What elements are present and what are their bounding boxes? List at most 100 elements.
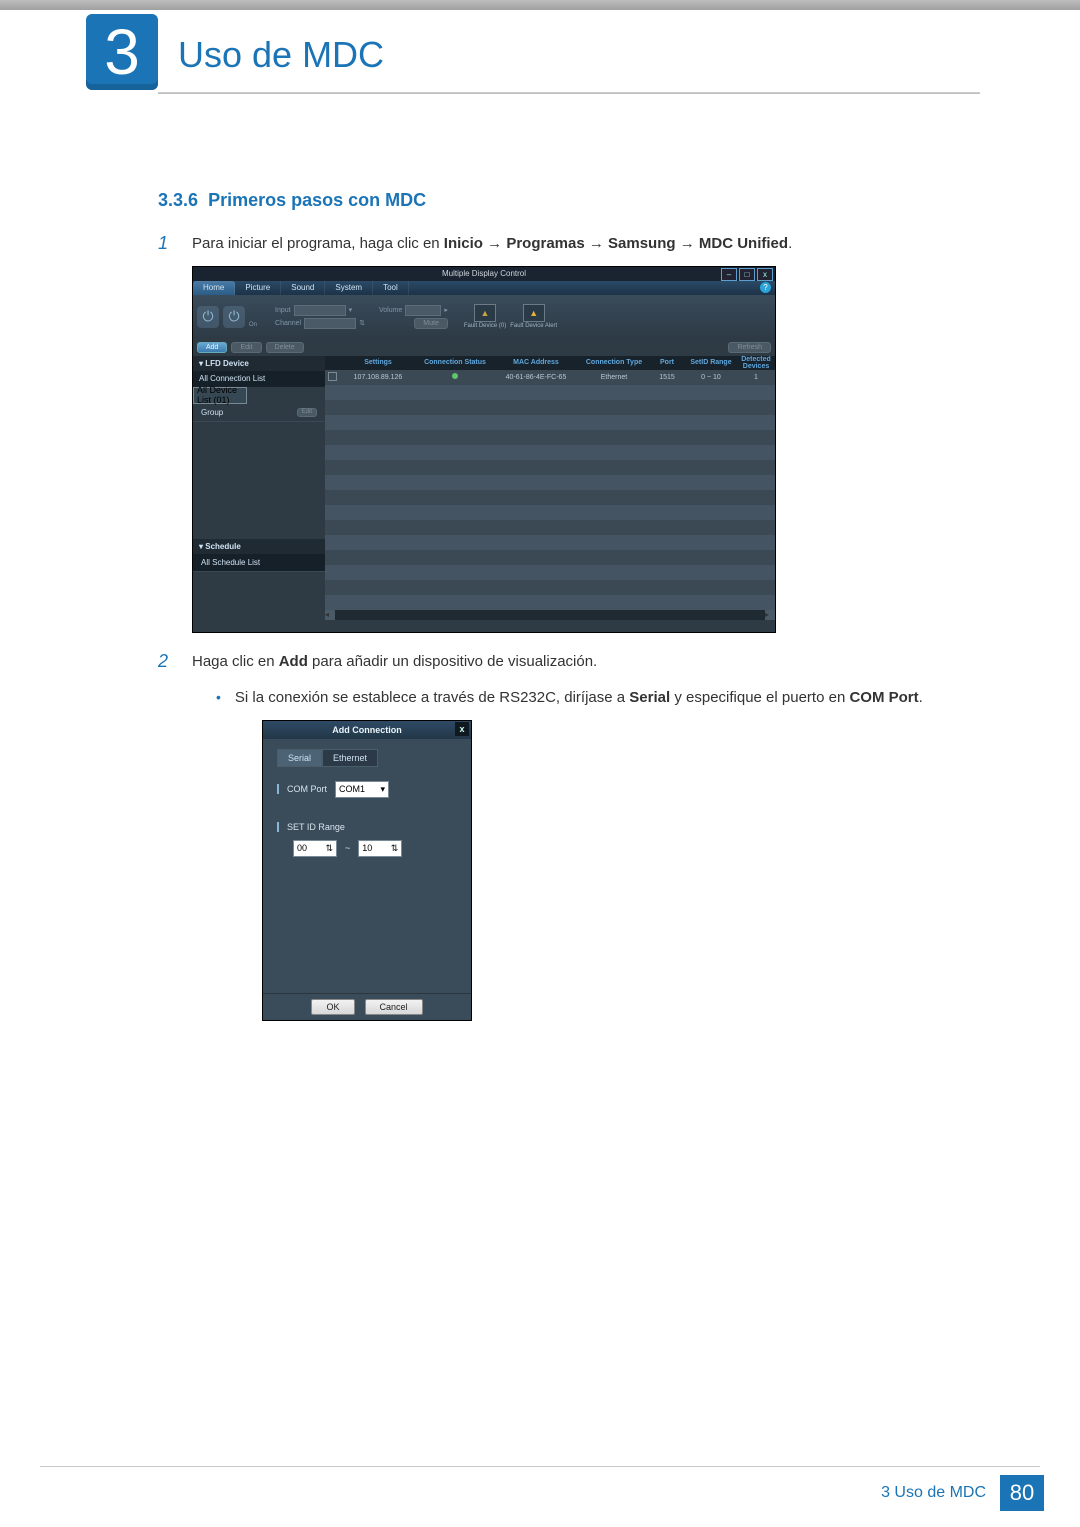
table-header-row: Settings Connection Status MAC Address C… <box>325 356 775 370</box>
table-row <box>325 580 775 595</box>
col-setid: SetID Range <box>685 359 737 366</box>
mdc-main-window-screenshot: Multiple Display Control – □ x Home Pict… <box>192 266 776 633</box>
tab-serial[interactable]: Serial <box>277 749 322 767</box>
table-row <box>325 565 775 580</box>
fault-device-alert[interactable]: ▲ Fault Device Alert <box>510 304 557 329</box>
table-row <box>325 535 775 550</box>
status-dot-icon <box>452 373 458 379</box>
dialog-title-label: Add Connection <box>332 725 402 735</box>
setid-to-stepper[interactable]: 10⇅ <box>358 840 402 857</box>
step-2-subbullet: • Si la conexión se establece a través d… <box>216 687 978 710</box>
dialog-body: Serial Ethernet COM Port COM1 ▾ SET ID R… <box>263 739 471 993</box>
page-number-badge: 80 <box>1000 1475 1044 1511</box>
close-button[interactable]: x <box>757 268 773 281</box>
section-number: 3.3.6 <box>158 190 198 210</box>
mdc-sidebar: ▾ LFD Device All Connection List All Dev… <box>193 356 325 632</box>
stepper-icon: ⇅ <box>325 843 333 854</box>
power-on-icon[interactable]: ⏻ <box>197 306 219 328</box>
cancel-button[interactable]: Cancel <box>365 999 423 1015</box>
menu-tool[interactable]: Tool <box>373 281 409 295</box>
sidebar-group-edit[interactable]: Edit <box>297 408 317 417</box>
table-row <box>325 520 775 535</box>
edit-button[interactable]: Edit <box>231 342 261 353</box>
step-2-number: 2 <box>158 651 192 674</box>
table-rows: 107.108.89.126 40-61-86-4E-FC-65 Etherne… <box>325 370 775 632</box>
fault-0-icon: ▲ <box>474 304 496 322</box>
connection-tabs: Serial Ethernet <box>277 749 457 767</box>
col-detected: Detected Devices <box>737 356 775 370</box>
section-heading: 3.3.6 Primeros pasos con MDC <box>158 190 978 211</box>
step-2-text: Haga clic en Add para añadir un disposit… <box>192 651 597 674</box>
mdc-title-label: Multiple Display Control <box>442 269 526 278</box>
sidebar-group[interactable]: Group Edit <box>193 404 325 422</box>
chapter-number-badge: 3 <box>86 14 158 90</box>
sidebar-spacer <box>193 422 325 539</box>
col-settings: Settings <box>339 359 417 366</box>
dialog-close-icon[interactable]: x <box>455 722 469 736</box>
subbullet-text: Si la conexión se establece a través de … <box>235 687 923 710</box>
maximize-button[interactable]: □ <box>739 268 755 281</box>
menu-home[interactable]: Home <box>193 281 235 295</box>
sidebar-schedule-header[interactable]: ▾ Schedule <box>193 539 325 554</box>
input-channel-group: Input▾ Channel⇅ <box>275 305 365 329</box>
menu-system[interactable]: System <box>325 281 373 295</box>
section-title: Primeros pasos con MDC <box>208 190 426 210</box>
minimize-button[interactable]: – <box>721 268 737 281</box>
table-row <box>325 445 775 460</box>
col-port: Port <box>649 359 685 366</box>
channel-field[interactable] <box>304 318 356 329</box>
table-row <box>325 490 775 505</box>
footer-text: 3 Uso de MDC <box>881 1484 986 1502</box>
volume-field[interactable] <box>405 305 441 316</box>
page-footer: 3 Uso de MDC 80 <box>881 1475 1044 1511</box>
dialog-titlebar: Add Connection x <box>263 721 471 739</box>
chapter-title: Uso de MDC <box>178 34 384 76</box>
menu-picture[interactable]: Picture <box>235 281 281 295</box>
row-ctype: Ethernet <box>579 374 649 381</box>
device-button-bar: Add Edit Delete Refresh <box>193 339 775 356</box>
com-port-row: COM Port COM1 ▾ <box>277 781 457 798</box>
delete-button[interactable]: Delete <box>266 342 304 353</box>
footer-rule <box>40 1466 1040 1467</box>
sidebar-all-schedule[interactable]: All Schedule List <box>193 554 325 572</box>
col-mac: MAC Address <box>493 359 579 366</box>
sidebar-lfd-header[interactable]: ▾ LFD Device <box>193 356 325 371</box>
row-range: 0 ~ 10 <box>685 374 737 381</box>
input-field[interactable] <box>294 305 346 316</box>
help-icon[interactable]: ? <box>760 282 771 293</box>
horizontal-scrollbar[interactable]: ◂ ▸ <box>325 610 775 620</box>
bullet-icon: • <box>216 687 221 710</box>
setid-label: SET ID Range <box>287 822 345 832</box>
refresh-button[interactable]: Refresh <box>728 342 771 353</box>
table-row <box>325 385 775 400</box>
stepper-icon: ⇅ <box>391 843 399 854</box>
table-row <box>325 415 775 430</box>
ok-button[interactable]: OK <box>311 999 354 1015</box>
table-row[interactable]: 107.108.89.126 40-61-86-4E-FC-65 Etherne… <box>325 370 775 385</box>
table-row <box>325 400 775 415</box>
sidebar-all-device-list[interactable]: All Device List (01) <box>193 387 247 404</box>
volume-group: Volume▸ Mute <box>379 305 448 329</box>
com-port-select[interactable]: COM1 ▾ <box>335 781 389 798</box>
channel-label: Channel <box>275 320 301 327</box>
mute-button[interactable]: Mute <box>414 318 448 329</box>
power-off-icon[interactable]: ⏻ <box>223 306 245 328</box>
tab-ethernet[interactable]: Ethernet <box>322 749 378 767</box>
add-button[interactable]: Add <box>197 342 227 353</box>
mdc-titlebar: Multiple Display Control – □ x <box>193 267 775 281</box>
on-label: On <box>249 322 257 328</box>
top-grey-bar <box>0 0 1080 10</box>
step-1: 1 Para iniciar el programa, haga clic en… <box>158 233 978 256</box>
input-label: Input <box>275 307 291 314</box>
scroll-right-icon[interactable]: ▸ <box>765 610 775 620</box>
scroll-left-icon[interactable]: ◂ <box>325 610 335 620</box>
volume-label: Volume <box>379 307 402 314</box>
fault-device-0[interactable]: ▲ Fault Device (0) <box>464 304 506 329</box>
table-row <box>325 505 775 520</box>
page-content: 3.3.6 Primeros pasos con MDC 1 Para inic… <box>158 190 978 1021</box>
row-status <box>417 373 493 381</box>
row-checkbox[interactable] <box>328 372 337 381</box>
setid-from-stepper[interactable]: 00⇅ <box>293 840 337 857</box>
menu-sound[interactable]: Sound <box>281 281 325 295</box>
window-controls: – □ x <box>721 268 773 281</box>
